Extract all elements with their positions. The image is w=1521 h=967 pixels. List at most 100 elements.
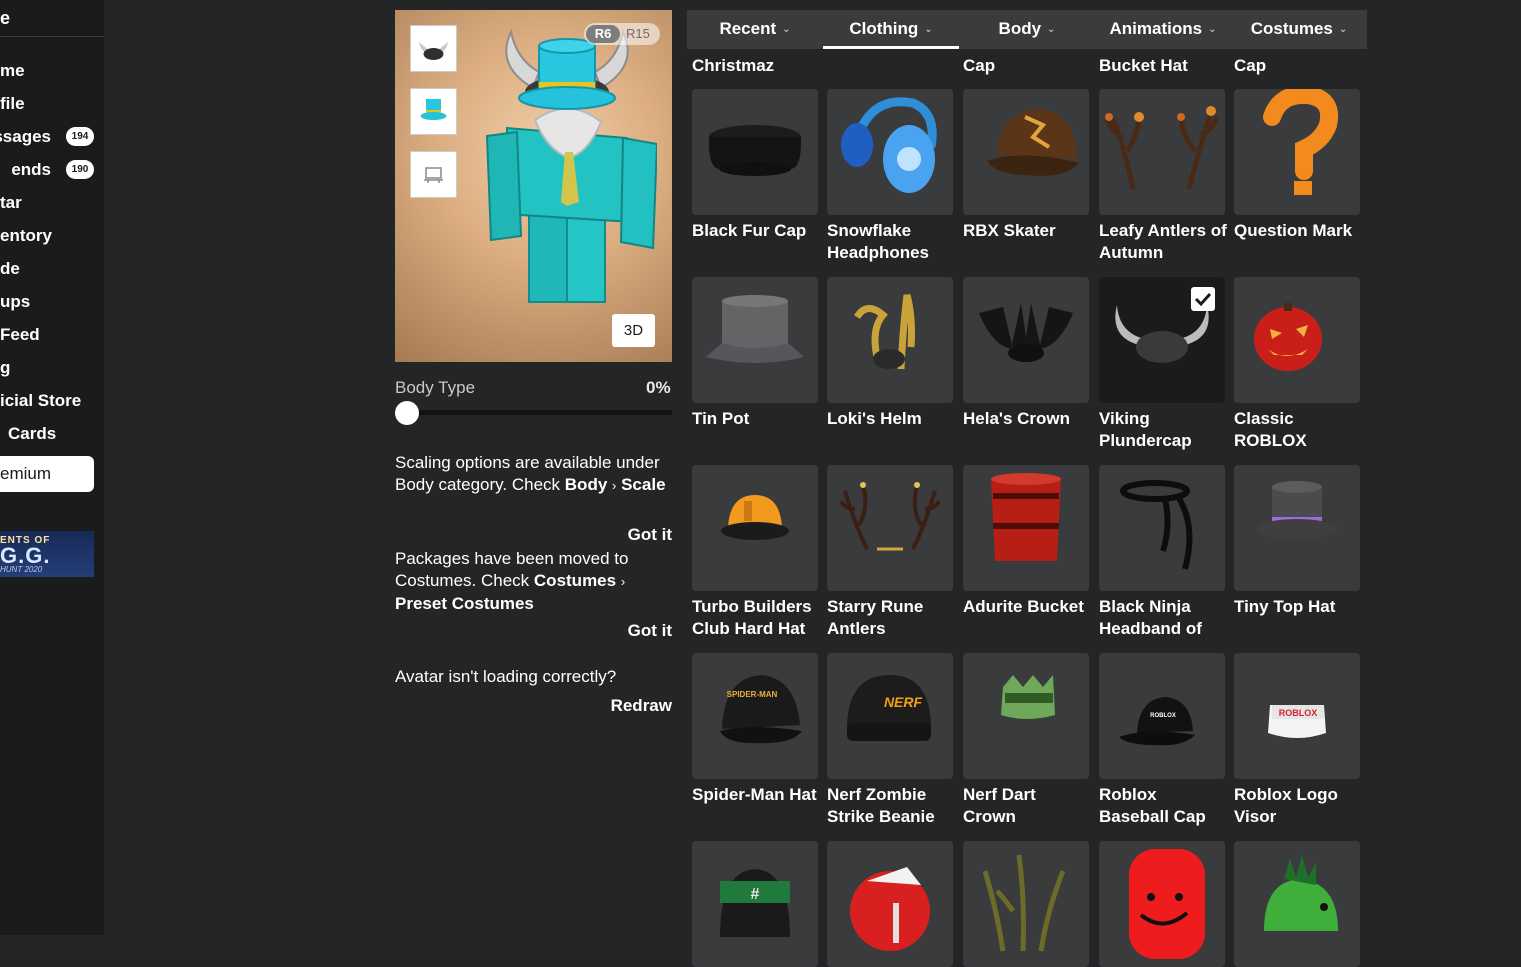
item-card[interactable] [963,841,1089,967]
dismiss-packages-notice-button[interactable]: Got it [628,621,672,641]
item-card[interactable] [692,465,818,591]
item-card[interactable]: ROBLOX [1234,653,1360,779]
item-card[interactable] [1234,89,1360,215]
item-card[interactable] [827,277,953,403]
tab-costumes[interactable]: Costumes ⌄ [1231,10,1367,49]
body-link[interactable]: Body [565,475,608,494]
breadcrumb-separator: › [612,478,617,493]
nav-item-inventory[interactable]: entory [0,221,104,251]
item-name: Nerf Dart Crown [963,785,1036,826]
fur-cap-icon [708,125,802,176]
item-card[interactable]: NERF [827,653,953,779]
scaling-notice-text: Scaling options are available under Body… [395,453,660,494]
nav-item-home[interactable]: me [0,56,104,86]
item-name: Black Ninja Headband of [1099,597,1202,638]
item-name: Spider-Man Hat [692,785,817,804]
bucket-icon [991,473,1061,561]
spiderman-logo-text: SPIDER-MAN [727,690,778,699]
baseball-cap-icon: ROBLOX [1119,697,1195,746]
item-card[interactable]: SPIDER-MAN [692,653,818,779]
worn-item-outfit-thumbnail[interactable] [410,151,457,198]
worn-item-top-hat-thumbnail[interactable] [410,88,457,135]
nav-item-my-feed[interactable]: Feed [0,320,104,350]
breadcrumb-separator: › [620,574,626,589]
nav-item-trade[interactable]: de [0,254,104,284]
tab-body[interactable]: Body ⌄ [959,10,1095,49]
item-card-selected[interactable] [1099,277,1225,403]
item-card[interactable] [692,89,818,215]
item-card[interactable] [827,841,953,967]
nav-item-avatar[interactable]: tar [0,188,104,218]
scale-link[interactable]: Scale [621,475,665,494]
loki-helm-icon [854,294,915,370]
item-card[interactable] [1234,465,1360,591]
nav-item-groups[interactable]: ups [0,287,104,317]
preset-costumes-link[interactable]: Preset Costumes [395,594,534,613]
item-name: Turbo Builders Club Hard Hat [692,597,812,638]
headband-icon [1120,480,1193,570]
premium-button-label: emium [0,464,52,483]
football-helmet-icon [850,867,930,951]
nav-item-label: ssages [0,127,51,146]
toggle-3d-button[interactable]: 3D [612,314,655,347]
rune-antlers-icon [839,482,941,551]
item-name-partial: Cap [963,56,996,75]
avatar-preview: R6 R15 3D [395,10,672,362]
item-card[interactable] [1099,89,1225,215]
item-card[interactable]: # [692,841,818,967]
rig-type-toggle[interactable]: R6 R15 [584,23,660,45]
item-card[interactable] [963,89,1089,215]
body-type-slider-handle[interactable] [395,401,419,425]
nav-item-label: Feed [0,325,40,344]
nav-item-label: entory [0,226,52,245]
item-card[interactable] [827,89,953,215]
item-card[interactable] [1099,465,1225,591]
nav-item-messages[interactable]: ssages 194 [0,122,104,152]
branches-icon [982,854,1066,952]
skater-cap-icon [987,109,1079,176]
tin-pot-icon [706,295,804,363]
body-type-slider-track[interactable] [395,410,672,415]
hat-icon: # [720,869,790,937]
item-card[interactable] [963,653,1089,779]
tab-animations[interactable]: Animations ⌄ [1095,10,1231,49]
nav-item-friends[interactable]: ends 190 [0,155,104,185]
item-card[interactable]: ROBLOX [1099,653,1225,779]
active-tab-underline [823,46,959,49]
body-type-value: 0% [646,378,671,397]
rig-r6-option[interactable]: R6 [586,25,620,43]
item-card[interactable] [692,277,818,403]
item-card[interactable] [1099,841,1225,967]
redraw-button[interactable]: Redraw [611,696,672,716]
red-head-icon [1129,849,1205,959]
nav-item-label: tar [0,193,22,212]
item-card[interactable] [1234,841,1360,967]
nav-item-label: g [0,358,11,377]
item-card[interactable] [963,465,1089,591]
chevron-down-icon: ⌄ [1047,23,1056,35]
tab-label: Clothing [849,19,919,38]
selected-checkmark-icon [1191,287,1215,311]
tab-label: Animations [1109,19,1203,38]
dismiss-scaling-notice-button[interactable]: Got it [628,525,672,545]
premium-button[interactable]: emium [0,456,94,492]
rig-r15-option[interactable]: R15 [626,25,650,43]
nav-item-profile[interactable]: file [0,89,104,119]
nav-item-official-store[interactable]: icial Store [0,386,104,416]
tab-recent[interactable]: Recent ⌄ [687,10,823,49]
tab-clothing[interactable]: Clothing ⌄ [823,10,959,49]
item-name: Hela's Crown [963,409,1071,428]
item-card[interactable] [827,465,953,591]
item-name: Viking Plundercap [1099,409,1192,450]
dino-hat-icon [1264,855,1338,931]
item-card[interactable] [963,277,1089,403]
headphones-icon [841,97,937,193]
nav-item-gift-cards[interactable]: Cards [0,419,104,449]
nav-divider [0,36,104,37]
item-card[interactable] [1234,277,1360,403]
nav-item-blog[interactable]: g [0,353,104,383]
sponsored-event-banner[interactable]: ENTS OF G.G. HUNT 2020 [0,531,94,577]
chevron-down-icon: ⌄ [782,23,791,35]
costumes-link[interactable]: Costumes [534,571,616,590]
worn-item-viking-thumbnail[interactable] [410,25,457,72]
